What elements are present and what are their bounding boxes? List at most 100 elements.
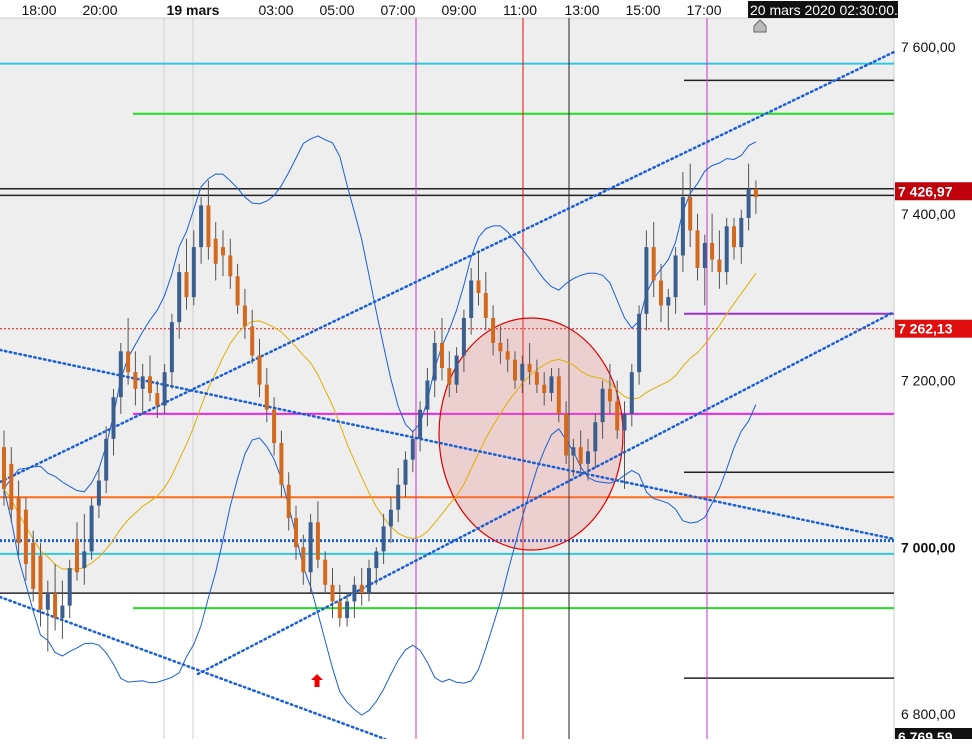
candle-body[interactable] [710, 242, 715, 260]
candle-body[interactable] [38, 555, 43, 610]
price-tag[interactable]: 6 769,59 [895, 728, 972, 744]
candle-body[interactable] [235, 276, 240, 306]
candle-body[interactable] [388, 509, 393, 527]
candle-body[interactable] [440, 342, 444, 368]
candle-body[interactable] [717, 259, 722, 273]
candle-body[interactable] [53, 593, 58, 619]
candle-body[interactable] [148, 376, 152, 394]
candle-body[interactable] [96, 480, 101, 506]
candle-body[interactable] [571, 447, 576, 456]
candle-body[interactable] [600, 388, 605, 423]
candle-body[interactable] [732, 226, 736, 248]
candle-body[interactable] [520, 363, 525, 381]
candle-body[interactable] [491, 317, 496, 343]
candle-body[interactable] [498, 342, 503, 352]
candle-body[interactable] [593, 422, 598, 452]
candle-body[interactable] [425, 380, 430, 410]
candle-body[interactable] [286, 484, 291, 519]
candle-body[interactable] [250, 326, 255, 356]
candle-body[interactable] [272, 409, 277, 444]
candle-body[interactable] [542, 384, 547, 394]
candle-body[interactable] [9, 463, 14, 510]
candle-body[interactable] [629, 372, 634, 414]
candle-body[interactable] [578, 447, 583, 464]
candle-body[interactable] [184, 272, 189, 298]
candle-body[interactable] [2, 447, 6, 489]
candle-body[interactable] [564, 413, 569, 456]
candle-body[interactable] [527, 363, 532, 373]
candle-body[interactable] [724, 226, 729, 273]
candle-body[interactable] [191, 247, 196, 298]
candle-body[interactable] [323, 559, 328, 585]
candle-body[interactable] [461, 317, 466, 356]
candle-body[interactable] [60, 605, 65, 619]
candle-body[interactable] [622, 413, 627, 431]
candle-body[interactable] [359, 584, 364, 594]
candle-body[interactable] [301, 547, 306, 573]
candle-body[interactable] [118, 351, 123, 398]
candle-body[interactable] [126, 351, 131, 373]
candle-body[interactable] [432, 342, 437, 381]
candle-body[interactable] [513, 359, 517, 381]
candle-body[interactable] [483, 292, 488, 318]
candle-body[interactable] [505, 351, 510, 360]
candle-body[interactable] [447, 367, 452, 385]
candle-body[interactable] [753, 188, 758, 198]
candle-body[interactable] [75, 538, 79, 573]
candle-body[interactable] [213, 238, 218, 264]
candle-body[interactable] [177, 272, 182, 323]
chart-panel[interactable]: 18:00 20:00 19 mars 03:00 05:00 07:00 09:00 11:… [0, 0, 972, 744]
price-tag[interactable]: 7 262,13 [895, 319, 972, 338]
candle-body[interactable] [637, 313, 642, 373]
candle-body[interactable] [607, 388, 612, 402]
candle-body[interactable] [644, 247, 649, 314]
candle-body[interactable] [688, 197, 693, 231]
candle-body[interactable] [396, 484, 401, 510]
candle-body[interactable] [345, 601, 350, 619]
candle-body[interactable] [206, 205, 211, 248]
candle-body[interactable] [104, 438, 109, 481]
candle-body[interactable] [242, 305, 247, 327]
candle-body[interactable] [746, 188, 751, 218]
candle-body[interactable] [155, 393, 160, 406]
candle-body[interactable] [739, 217, 744, 248]
candle-body[interactable] [454, 355, 459, 385]
candle-body[interactable] [381, 526, 386, 552]
candle-body[interactable] [264, 384, 269, 410]
candle-body[interactable] [162, 372, 167, 406]
candle-body[interactable] [279, 443, 284, 485]
candle-body[interactable] [403, 459, 408, 485]
candle-body[interactable] [308, 522, 313, 573]
candle-body[interactable] [418, 409, 423, 439]
candle-body[interactable] [374, 551, 379, 569]
candle-body[interactable] [534, 372, 539, 385]
candle-body[interactable] [469, 280, 474, 318]
candle-body[interactable] [45, 593, 50, 610]
candle-body[interactable] [702, 242, 707, 268]
candle-body[interactable] [556, 376, 561, 414]
candle-body[interactable] [651, 247, 656, 281]
candle-body[interactable] [680, 197, 685, 256]
candle-body[interactable] [659, 280, 663, 306]
price-tag[interactable]: 7 426,97 [895, 182, 972, 201]
candle-body[interactable] [23, 509, 28, 564]
candle-body[interactable] [16, 497, 21, 544]
candle-body[interactable] [31, 543, 36, 589]
price-chart[interactable]: 18:00 20:00 19 mars 03:00 05:00 07:00 09:00 11:… [0, 0, 972, 744]
candle-body[interactable] [337, 601, 342, 619]
candle-body[interactable] [695, 230, 700, 268]
candle-body[interactable] [673, 255, 678, 298]
candle-body[interactable] [82, 551, 87, 569]
candle-body[interactable] [315, 522, 320, 560]
candle-body[interactable] [367, 568, 371, 594]
candle-body[interactable] [228, 255, 233, 277]
candle-body[interactable] [666, 297, 671, 306]
candle-body[interactable] [169, 322, 174, 373]
candle-body[interactable] [111, 397, 116, 439]
candle-body[interactable] [257, 355, 262, 385]
candle-body[interactable] [140, 376, 145, 389]
candle-body[interactable] [476, 280, 481, 293]
candle-body[interactable] [199, 205, 204, 248]
candle-body[interactable] [67, 568, 72, 606]
candle-body[interactable] [133, 372, 138, 389]
